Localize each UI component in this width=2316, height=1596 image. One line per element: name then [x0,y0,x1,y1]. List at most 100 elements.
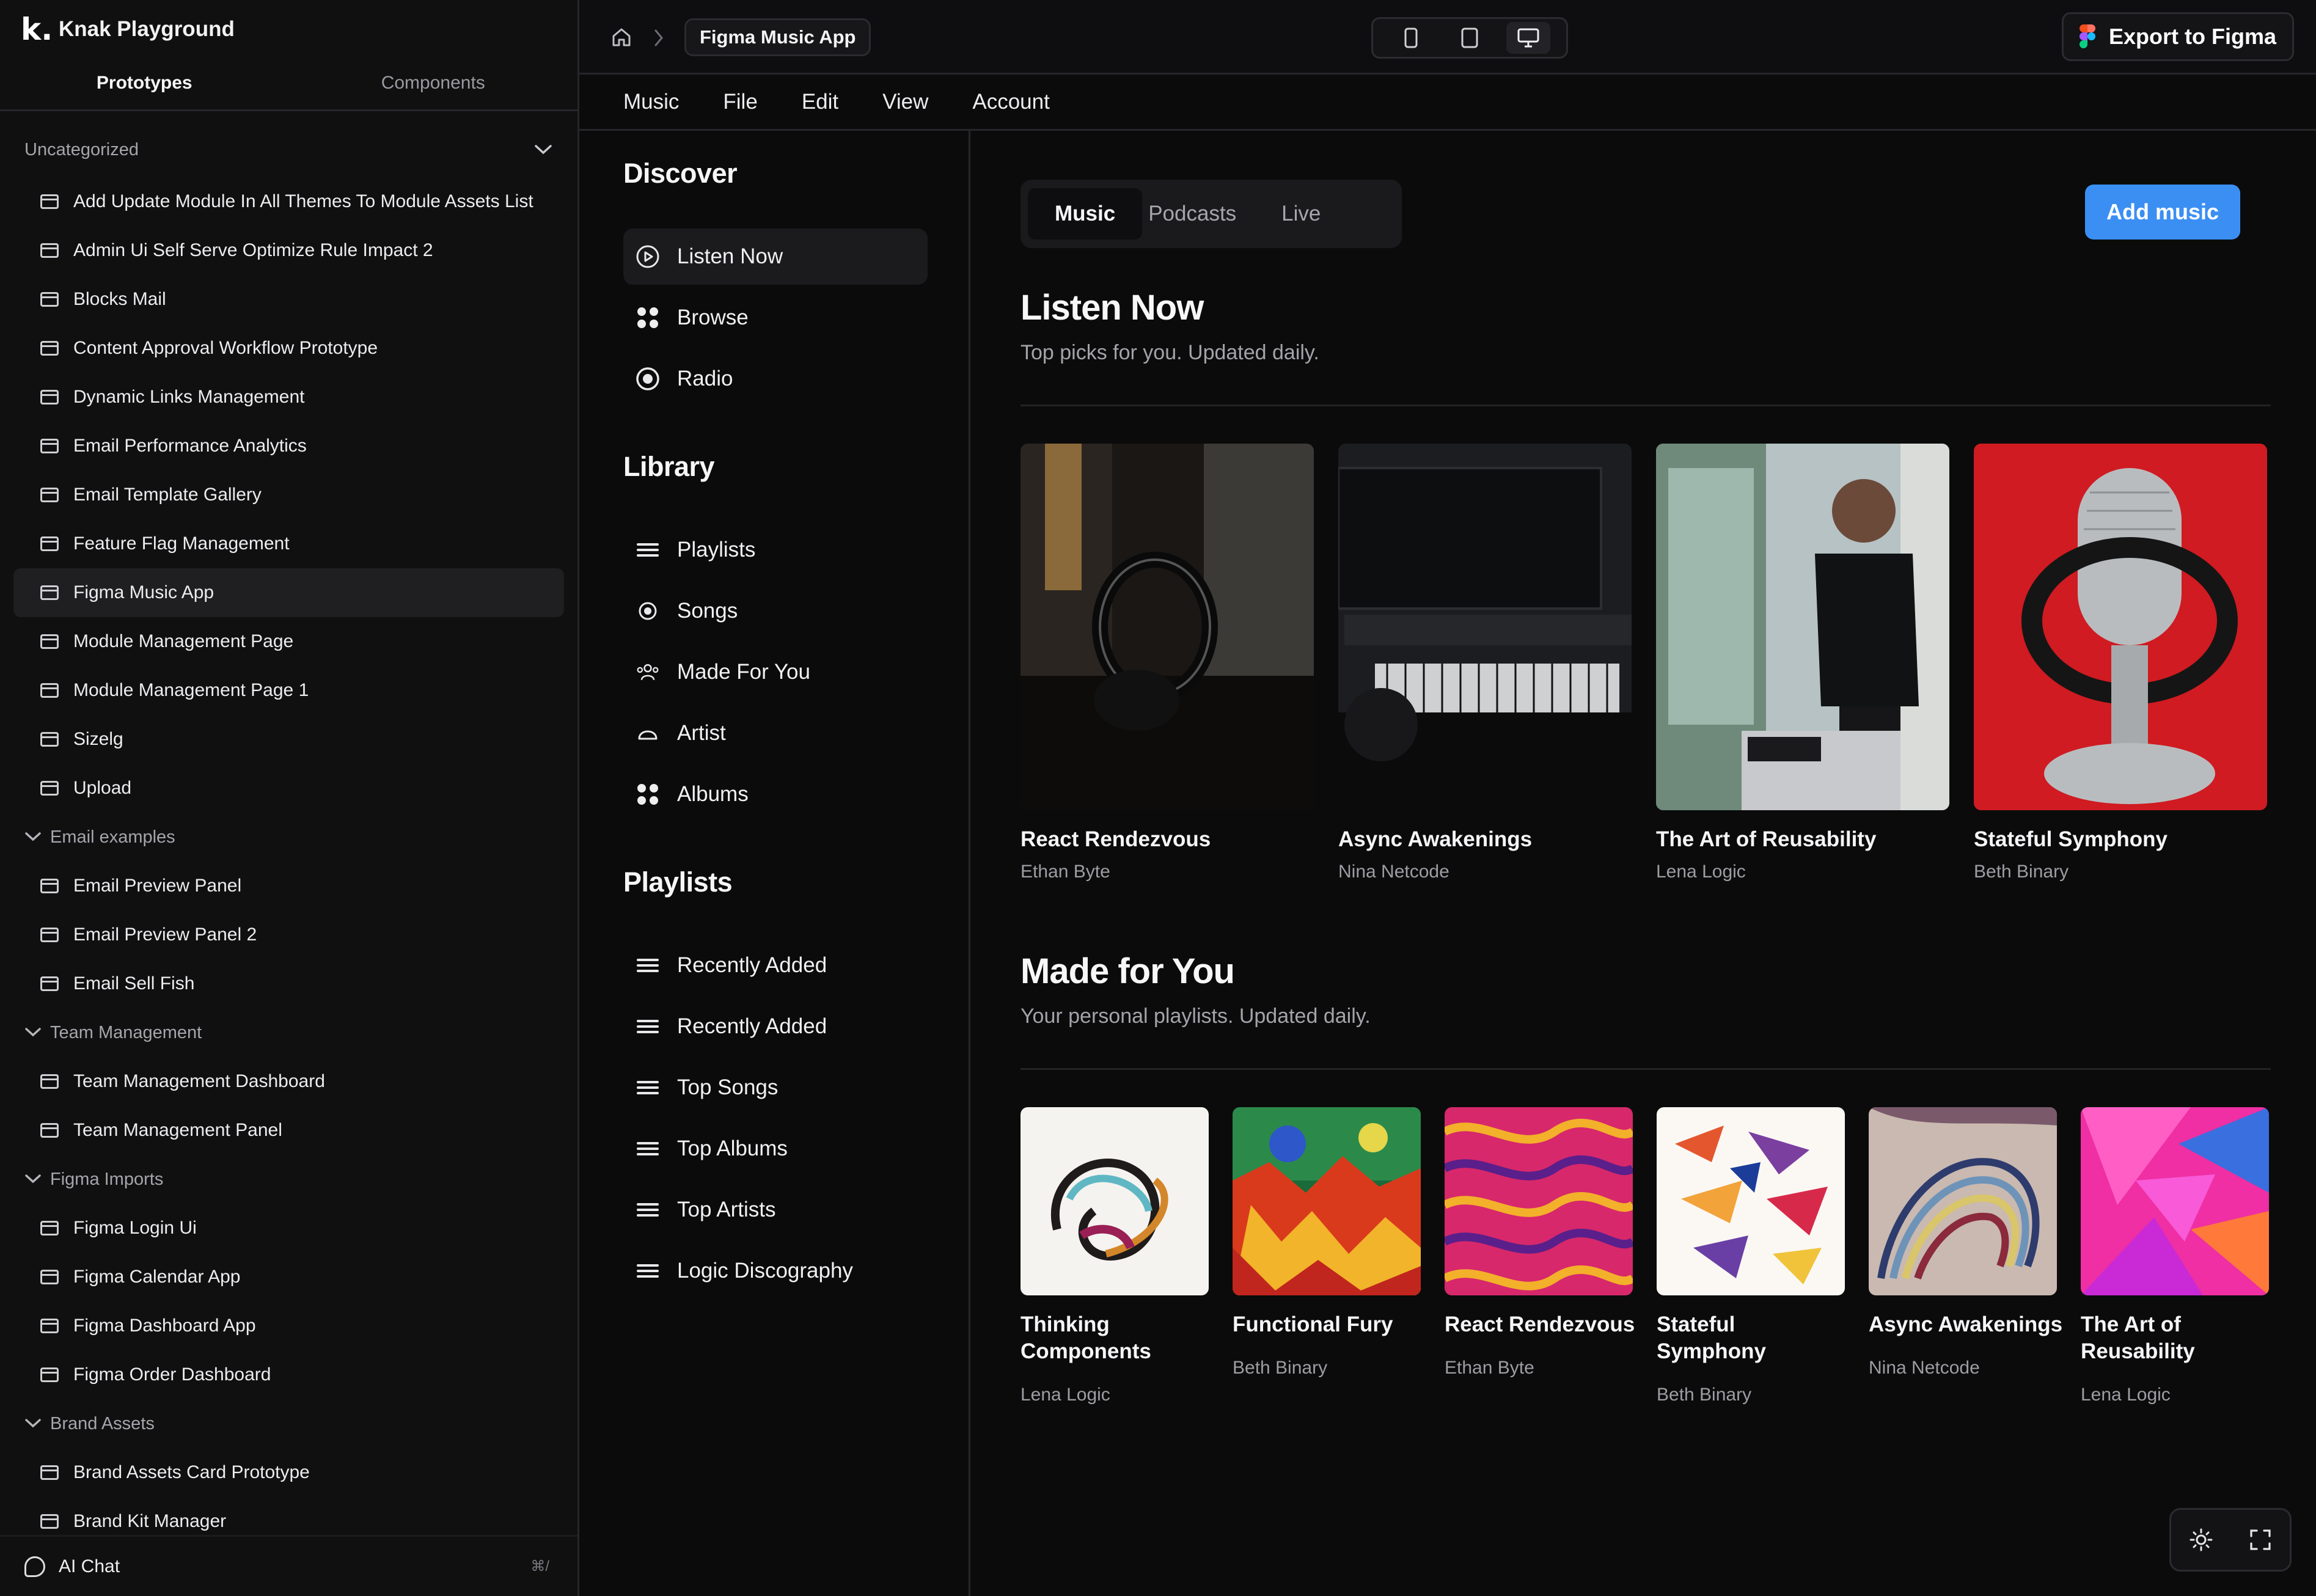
playlist-cover[interactable] [1233,1107,1421,1295]
album-title[interactable]: The Art of Reusability [1656,826,1876,853]
sidebar-item-label: Figma Dashboard App [73,1316,256,1336]
export-to-figma-button[interactable]: Export to Figma [2061,12,2294,61]
album-cover[interactable] [1974,444,2267,810]
sidebar-item[interactable]: Feature Flag Management [13,519,564,568]
sidebar-item[interactable]: Email Template Gallery [13,470,564,519]
group-header-brand-assets[interactable]: Brand Assets [0,1399,577,1448]
sidebar-item-label: Content Approval Workflow Prototype [73,338,378,358]
album-artist: Ethan Byte [1021,862,1110,882]
album-cover[interactable] [1656,444,1949,810]
nav-label: Recently Added [677,953,827,977]
sidebar-item-label: Upload [73,778,132,798]
menu-account[interactable]: Account [972,90,1049,114]
tab-music[interactable]: Music [1028,188,1143,240]
nav-radio[interactable]: Radio [623,351,928,407]
group-header-email-examples[interactable]: Email examples [0,813,577,862]
brand[interactable]: k. Knak Playground [21,13,235,45]
group-header-figma-imports[interactable]: Figma Imports [0,1155,577,1204]
fullscreen-icon[interactable] [2249,1528,2272,1551]
nav-playlist-item[interactable]: Top Artists [623,1182,928,1238]
nav-playlists[interactable]: Playlists [623,522,928,578]
sidebar-item[interactable]: Email Preview Panel [13,862,564,910]
sidebar-item[interactable]: Email Preview Panel 2 [13,910,564,959]
sidebar-item[interactable]: Team Management Dashboard [13,1057,564,1106]
ai-chat-button[interactable]: AI Chat ⌘/ [0,1535,577,1596]
sidebar-item[interactable]: Brand Assets Card Prototype [13,1448,564,1497]
playlist-title[interactable]: Async Awakenings [1869,1311,2062,1338]
breadcrumb[interactable]: Figma Music App [684,18,871,56]
album-title[interactable]: Async Awakenings [1338,826,1532,853]
sidebar-item[interactable]: Module Management Page [13,617,564,666]
nav-playlist-item[interactable]: Recently Added [623,937,928,994]
group-header-uncategorized[interactable]: Uncategorized [0,122,577,177]
tab-prototypes[interactable]: Prototypes [0,56,289,109]
nav-albums[interactable]: Albums [623,766,928,822]
sidebar-item[interactable]: Team Management Panel [13,1106,564,1155]
sidebar-item[interactable]: Brand Kit Manager [13,1497,564,1534]
figma-logo-icon [2079,24,2095,49]
playlist-cover[interactable] [1869,1107,2057,1295]
list-icon [636,1014,660,1039]
sidebar-item-label: Team Management Panel [73,1120,282,1140]
nav-label: Albums [677,782,749,806]
group-label: Figma Imports [50,1169,164,1189]
mobile-view-button[interactable] [1389,22,1433,54]
playlist-title[interactable]: Functional Fury [1233,1311,1393,1338]
playlist-title[interactable]: The Art of Reusability [2081,1311,2195,1365]
window-icon [40,1074,59,1089]
sidebar-item[interactable]: Figma Calendar App [13,1253,564,1301]
album-cover[interactable] [1338,444,1632,810]
tab-live[interactable]: Live [1263,188,1339,240]
sidebar-item[interactable]: Email Sell Fish [13,959,564,1008]
sidebar-item[interactable]: Blocks Mail [13,275,564,324]
group-header-team-management[interactable]: Team Management [0,1008,577,1057]
sun-icon[interactable] [2189,1528,2213,1552]
nav-playlist-item[interactable]: Top Albums [623,1121,928,1177]
tab-components[interactable]: Components [289,56,578,109]
nav-listen-now[interactable]: Listen Now [623,229,928,285]
playlist-cover[interactable] [1657,1107,1845,1295]
menu-file[interactable]: File [723,90,757,114]
sidebar-item[interactable]: Module Management Page 1 [13,666,564,715]
sidebar-item[interactable]: Sizelg [13,715,564,764]
nav-playlist-item[interactable]: Logic Discography [623,1243,928,1299]
sidebar-item[interactable]: Content Approval Workflow Prototype [13,324,564,373]
nav-playlist-item[interactable]: Recently Added [623,998,928,1055]
nav-playlist-item[interactable]: Top Songs [623,1060,928,1116]
album-title[interactable]: Stateful Symphony [1974,826,2168,853]
playlist-cover[interactable] [2081,1107,2269,1295]
playlist-title[interactable]: Thinking Components [1021,1311,1151,1365]
sidebar-item[interactable]: Add Update Module In All Themes To Modul… [13,177,564,226]
sidebar-item-label: Admin Ui Self Serve Optimize Rule Impact… [73,240,433,260]
add-music-button[interactable]: Add music [2085,185,2240,240]
menu-music[interactable]: Music [623,90,679,114]
sidebar-item[interactable]: Upload [13,764,564,813]
sidebar-item[interactable]: Dynamic Links Management [13,373,564,422]
menu-view[interactable]: View [882,90,928,114]
playlist-title[interactable]: React Rendezvous [1445,1311,1635,1338]
floating-controls [2169,1508,2292,1572]
sidebar-tabs: Prototypes Components [0,56,577,111]
window-icon [40,536,59,551]
playlist-cover[interactable] [1445,1107,1633,1295]
sidebar-item-active[interactable]: Figma Music App [13,568,564,617]
menu-edit[interactable]: Edit [802,90,838,114]
nav-browse[interactable]: Browse [623,290,928,346]
tab-podcasts[interactable]: Podcasts [1142,188,1263,240]
nav-songs[interactable]: Songs [623,583,928,639]
album-cover[interactable] [1021,444,1314,810]
album-title[interactable]: React Rendezvous [1021,826,1211,853]
nav-made-for-you[interactable]: Made For You [623,644,928,700]
sidebar-item[interactable]: Admin Ui Self Serve Optimize Rule Impact… [13,226,564,275]
playlist-cover[interactable] [1021,1107,1209,1295]
desktop-view-button[interactable] [1506,22,1550,54]
sidebar-item-label: Team Management Dashboard [73,1071,325,1091]
sidebar-item[interactable]: Figma Login Ui [13,1204,564,1253]
sidebar-item[interactable]: Figma Order Dashboard [13,1350,564,1399]
playlist-title[interactable]: Stateful Symphony [1657,1311,1766,1365]
nav-artist[interactable]: Artist [623,705,928,761]
sidebar-item[interactable]: Figma Dashboard App [13,1301,564,1350]
home-icon[interactable] [611,27,632,48]
sidebar-item[interactable]: Email Performance Analytics [13,422,564,470]
tablet-view-button[interactable] [1448,22,1492,54]
